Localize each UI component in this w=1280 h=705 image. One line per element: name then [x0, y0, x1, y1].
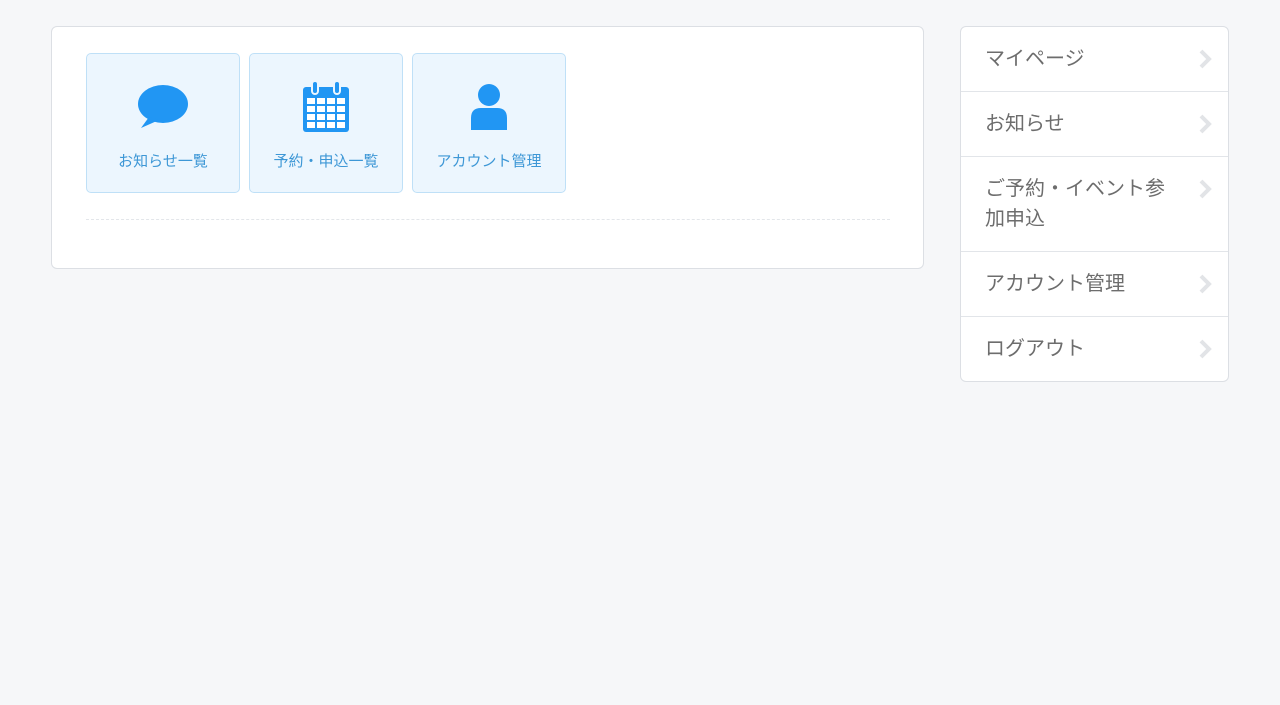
chevron-right-icon — [1199, 339, 1212, 359]
tile-account-management[interactable]: アカウント管理 — [412, 53, 566, 193]
user-icon — [470, 80, 508, 134]
menu-item-logout[interactable]: ログアウト — [961, 317, 1228, 381]
menu-item-label: ご予約・イベント参加申込 — [985, 176, 1165, 230]
menu-item-mypage[interactable]: マイページ — [961, 27, 1228, 92]
tile-label: アカウント管理 — [436, 152, 542, 170]
side-menu: マイページ お知らせ ご予約・イベント参加申込 アカウント管理 ログアウト — [960, 26, 1229, 382]
shortcut-tiles: お知らせ一覧 予約・申込一覧 アカウント管理 — [86, 53, 566, 193]
chevron-right-icon — [1199, 274, 1212, 294]
chevron-right-icon — [1199, 114, 1212, 134]
menu-item-label: ログアウト — [985, 336, 1085, 360]
tile-reservations-list[interactable]: 予約・申込一覧 — [249, 53, 403, 193]
menu-item-notices[interactable]: お知らせ — [961, 92, 1228, 157]
divider — [86, 219, 890, 220]
tile-label: 予約・申込一覧 — [273, 152, 379, 170]
calendar-icon — [302, 80, 350, 134]
chevron-right-icon — [1199, 179, 1212, 199]
speech-bubble-icon — [137, 80, 189, 134]
menu-item-label: マイページ — [985, 46, 1085, 70]
menu-item-label: アカウント管理 — [985, 271, 1125, 295]
tile-label: お知らせ一覧 — [118, 152, 208, 170]
menu-item-reservations[interactable]: ご予約・イベント参加申込 — [961, 157, 1228, 252]
main-panel: お知らせ一覧 予約・申込一覧 アカウント管理 — [51, 26, 924, 269]
chevron-right-icon — [1199, 49, 1212, 69]
tile-notices-list[interactable]: お知らせ一覧 — [86, 53, 240, 193]
menu-item-account[interactable]: アカウント管理 — [961, 252, 1228, 317]
menu-item-label: お知らせ — [985, 111, 1065, 135]
